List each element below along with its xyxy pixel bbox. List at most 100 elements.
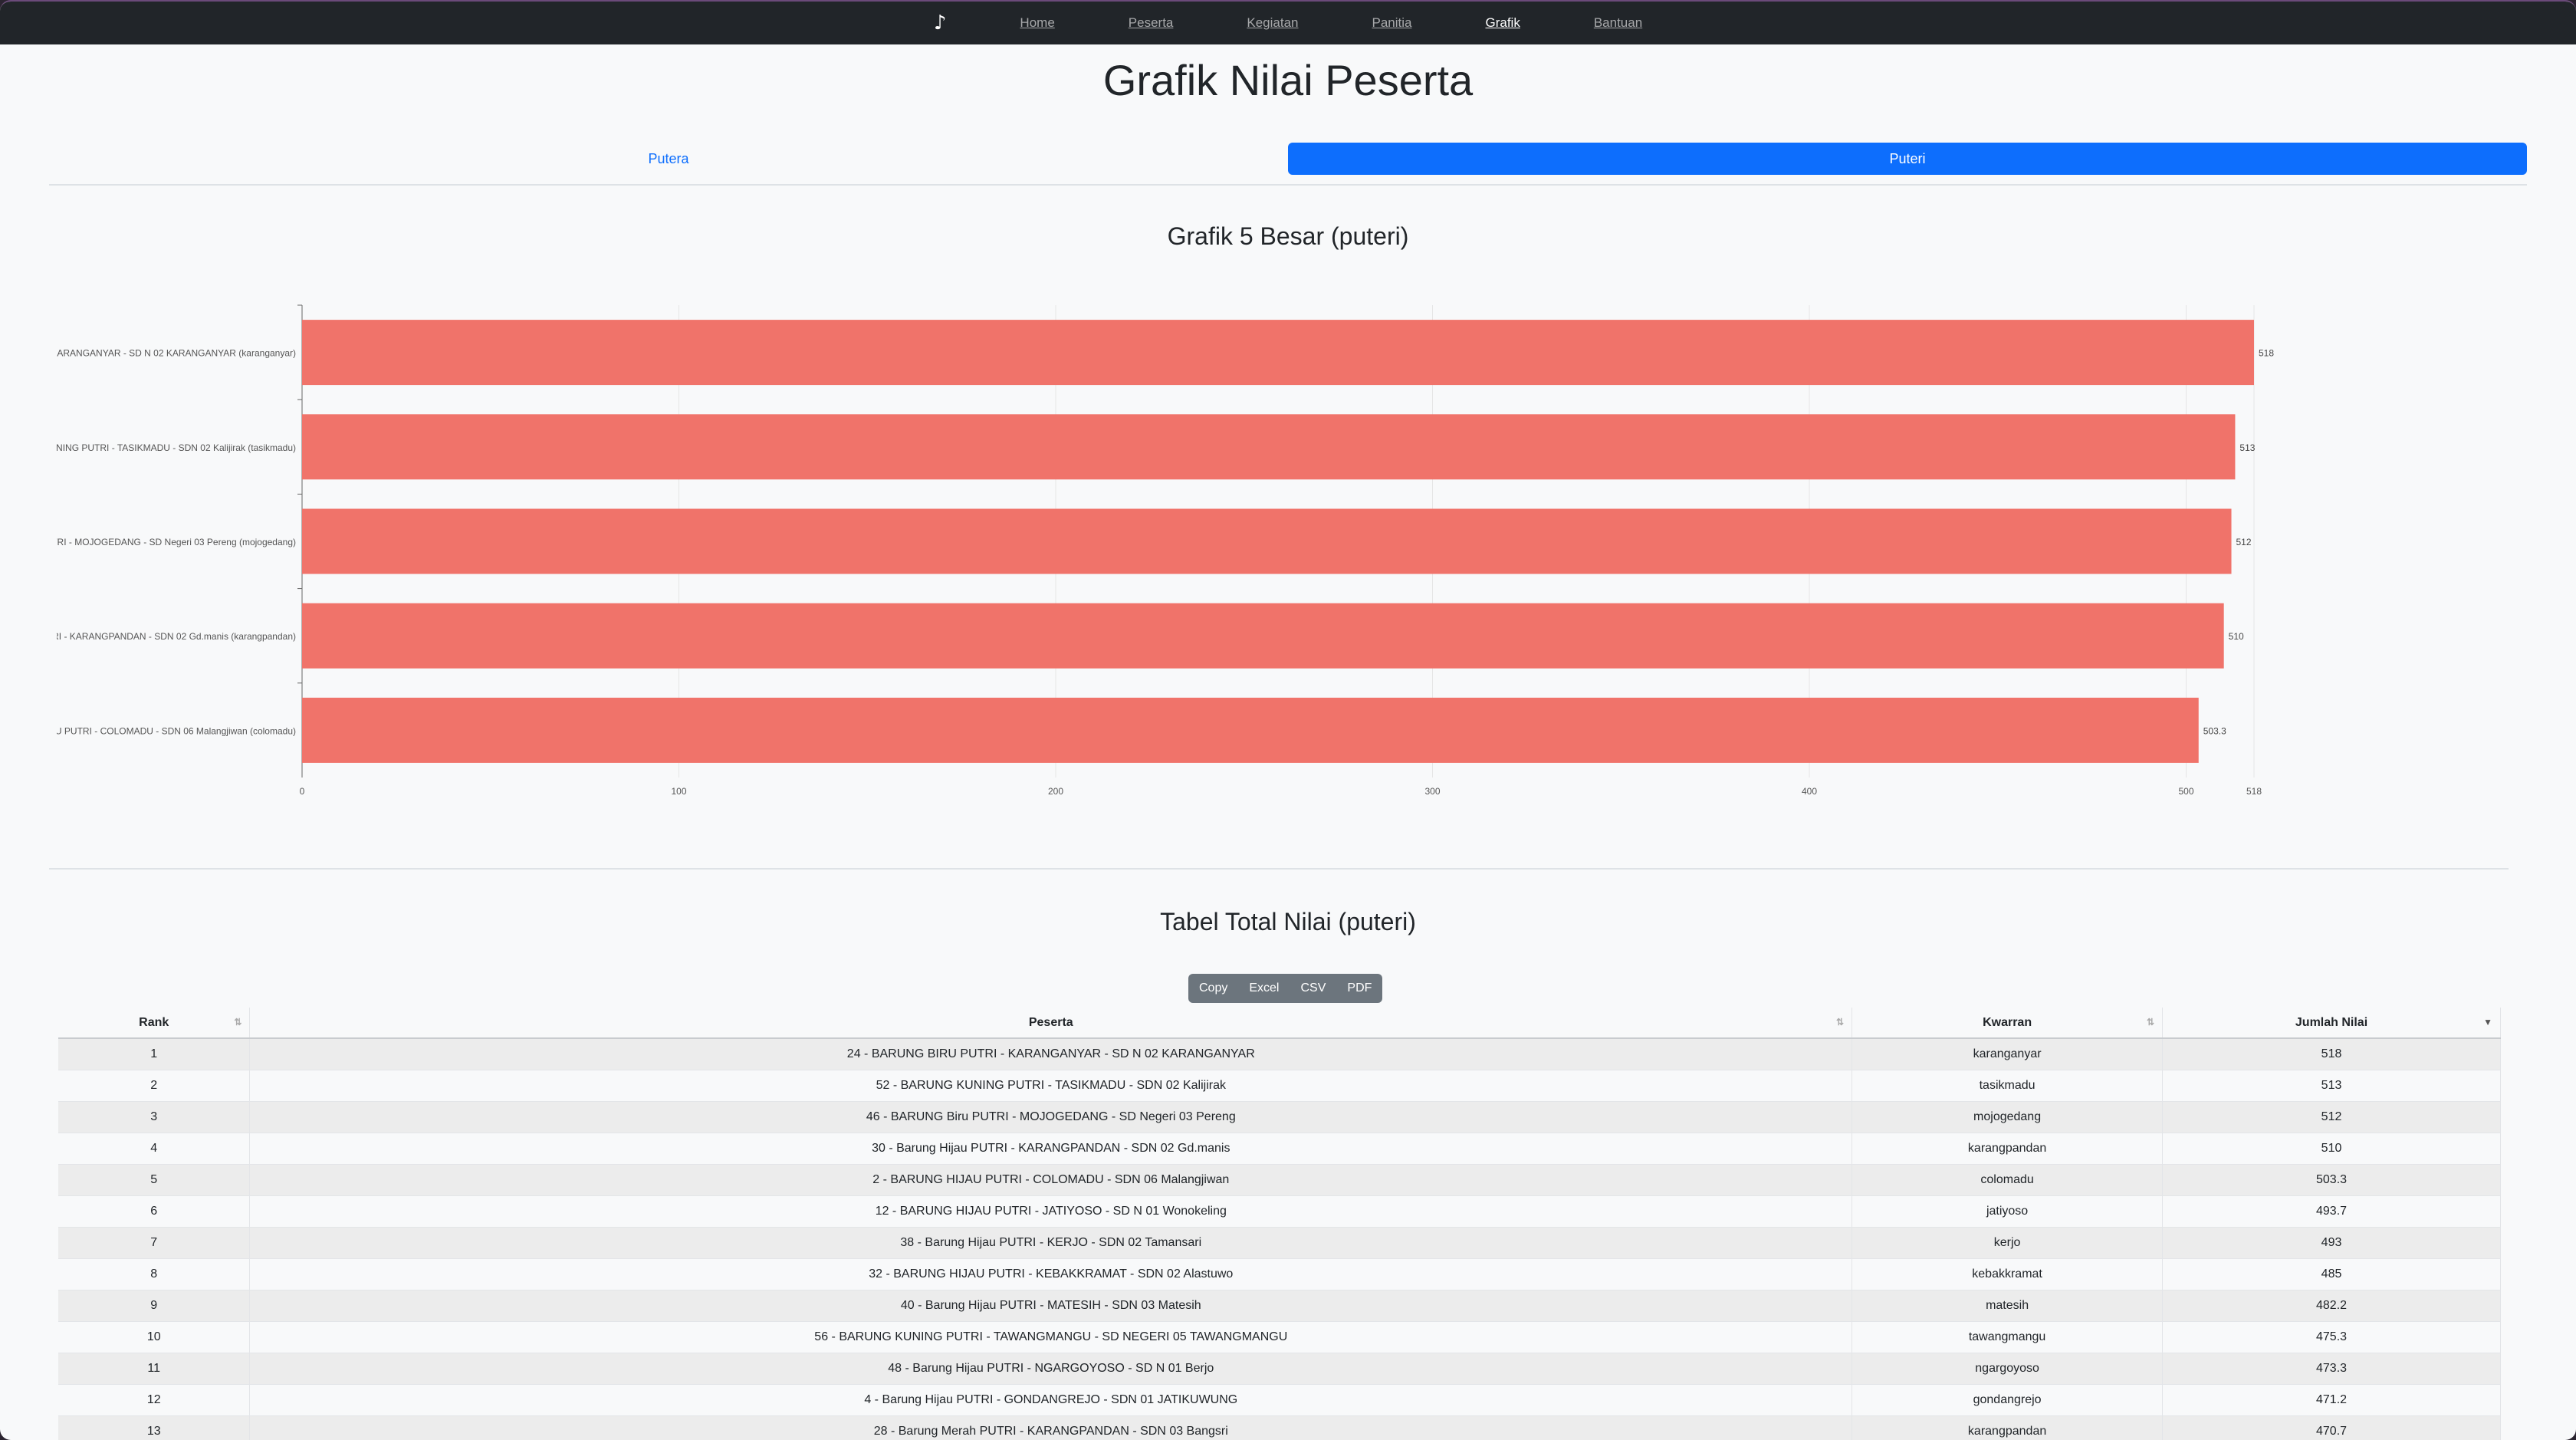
- cell-jumlah-nilai: 503.3: [2162, 1164, 2501, 1196]
- sort-icon: ⇅: [1836, 1017, 1845, 1027]
- cell-jumlah-nilai: 473.3: [2162, 1353, 2501, 1385]
- table-row: 12 4 - Barung Hijau PUTRI - GONDANGREJO -…: [58, 1384, 2501, 1416]
- data-label: 503.3: [2203, 725, 2226, 736]
- table-row: 11 48 - Barung Hijau PUTRI - NGARGOYOSO -…: [58, 1353, 2501, 1385]
- y-tick-label: 24 - BARUNG BIRU PUTRI - KARANGANYAR - S…: [0, 348, 296, 359]
- score-table: Rank ⇅ Peserta ⇅ Kwarran ⇅ Jumlah Nilai ▼ 12…: [58, 1008, 2501, 1440]
- cell-jumlah-nilai: 485: [2162, 1258, 2501, 1290]
- table-row: 52 - BARUNG HIJAU PUTRI - COLOMADU - SDN…: [58, 1164, 2501, 1196]
- page-title: Grafik Nilai Peserta: [1102, 56, 1474, 104]
- cell-jumlah-nilai: 493: [2162, 1227, 2501, 1259]
- gender-tabs: Putera Puteri: [49, 141, 2527, 186]
- cell-rank: 12: [58, 1384, 251, 1416]
- cell-jumlah-nilai: 513: [2162, 1070, 2501, 1102]
- cell-rank: 4: [58, 1133, 251, 1165]
- cell-peserta: 40 - Barung Hijau PUTRI - MATESIH - SDN …: [249, 1290, 1853, 1322]
- x-tick-label: 0: [300, 786, 305, 797]
- cell-peserta: 52 - BARUNG KUNING PUTRI - TASIKMADU - S…: [249, 1070, 1853, 1102]
- cell-rank: 3: [58, 1101, 251, 1133]
- music-note-icon[interactable]: ♪: [934, 12, 947, 35]
- cell-jumlah-nilai: 482.2: [2162, 1290, 2501, 1322]
- cell-rank: 11: [58, 1353, 251, 1385]
- pdf-button[interactable]: PDF: [1336, 974, 1382, 1003]
- chart-bar: [302, 320, 2254, 386]
- section-divider: [49, 868, 2509, 870]
- x-tick-label: 400: [1802, 786, 1817, 797]
- cell-jumlah-nilai: 518: [2162, 1038, 2501, 1070]
- tab-puteri[interactable]: Puteri: [1288, 143, 2527, 175]
- chart-bar: [302, 508, 2232, 574]
- header-kwarran-label: Kwarran: [1983, 1015, 2032, 1029]
- header-peserta-label: Peserta: [1028, 1015, 1073, 1029]
- cell-peserta: 38 - Barung Hijau PUTRI - KERJO - SDN 02…: [249, 1227, 1853, 1259]
- header-jumlah-nilai[interactable]: Jumlah Nilai ▼: [2162, 1008, 2501, 1039]
- header-rank-label: Rank: [139, 1015, 169, 1029]
- cell-jumlah-nilai: 512: [2162, 1101, 2501, 1133]
- nav-home[interactable]: Home: [1020, 15, 1054, 31]
- data-label: 510: [2229, 631, 2244, 642]
- csv-button[interactable]: CSV: [1290, 974, 1336, 1003]
- cell-peserta: 30 - Barung Hijau PUTRI - KARANGPANDAN -…: [249, 1133, 1853, 1165]
- data-label: 512: [2236, 537, 2252, 547]
- cell-kwarran: karangpandan: [1852, 1133, 2164, 1165]
- y-tick-label: 46 - BARUNG Biru PUTRI - MOJOGEDANG - SD…: [0, 537, 296, 547]
- cell-peserta: 46 - BARUNG Biru PUTRI - MOJOGEDANG - SD…: [249, 1101, 1853, 1133]
- nav-grafik[interactable]: Grafik: [1485, 15, 1520, 31]
- cell-jumlah-nilai: 470.7: [2162, 1415, 2501, 1440]
- sort-desc-icon: ▼: [2483, 1017, 2492, 1027]
- cell-kwarran: karanganyar: [1852, 1038, 2164, 1070]
- header-kwarran[interactable]: Kwarran ⇅: [1852, 1008, 2164, 1039]
- table-row: 7 38 - Barung Hijau PUTRI - KERJO - SDN 0…: [58, 1227, 2501, 1259]
- excel-button[interactable]: Excel: [1238, 974, 1290, 1003]
- cell-rank: 1: [58, 1038, 251, 1070]
- top-navbar: ♪ Home Peserta Kegiatan Panitia Grafik B…: [0, 2, 2576, 44]
- nav-kegiatan[interactable]: Kegiatan: [1247, 15, 1298, 31]
- cell-peserta: 2 - BARUNG HIJAU PUTRI - COLOMADU - SDN …: [249, 1164, 1853, 1196]
- cell-kwarran: tasikmadu: [1852, 1070, 2164, 1102]
- chart-bar: [302, 697, 2199, 763]
- cell-rank: 5: [58, 1164, 251, 1196]
- cell-kwarran: karangpandan: [1852, 1415, 2164, 1440]
- table-row: 9 40 - Barung Hijau PUTRI - MATESIH - SDN…: [58, 1290, 2501, 1322]
- cell-kwarran: tawangmangu: [1852, 1321, 2164, 1353]
- y-tick-label: 2 - BARUNG HIJAU PUTRI - COLOMADU - SDN …: [0, 725, 296, 736]
- table-row: 3 46 - BARUNG Biru PUTRI - MOJOGEDANG - S…: [58, 1101, 2501, 1133]
- cell-kwarran: kerjo: [1852, 1227, 2164, 1259]
- nav-inner: ♪ Home Peserta Kegiatan Panitia Grafik B…: [934, 12, 1642, 35]
- sort-icon: ⇅: [234, 1017, 242, 1027]
- header-rank[interactable]: Rank ⇅: [58, 1008, 251, 1039]
- cell-peserta: 32 - BARUNG HIJAU PUTRI - KEBAKKRAMAT - …: [249, 1258, 1853, 1290]
- x-tick-label: 518: [2246, 786, 2262, 797]
- cell-peserta: 28 - Barung Merah PUTRI - KARANGPANDAN -…: [249, 1415, 1853, 1440]
- table-row: 2 52 - BARUNG KUNING PUTRI - TASIKMADU - …: [58, 1070, 2501, 1102]
- cell-jumlah-nilai: 475.3: [2162, 1321, 2501, 1353]
- table-body: 1 24 - BARUNG BIRU PUTRI - KARANGANYAR - …: [58, 1038, 2501, 1440]
- x-tick-label: 500: [2179, 786, 2194, 797]
- sort-icon: ⇅: [2146, 1017, 2155, 1027]
- x-tick-label: 100: [671, 786, 686, 797]
- y-tick-label: 30 - Barung Hijau PUTRI - KARANGPANDAN -…: [0, 631, 296, 642]
- cell-peserta: 4 - Barung Hijau PUTRI - GONDANGREJO - S…: [249, 1384, 1853, 1416]
- table-header-row: Rank ⇅ Peserta ⇅ Kwarran ⇅ Jumlah Nilai ▼: [58, 1008, 2501, 1039]
- cell-rank: 7: [58, 1227, 251, 1259]
- cell-rank: 8: [58, 1258, 251, 1290]
- cell-rank: 10: [58, 1321, 251, 1353]
- nav-peserta[interactable]: Peserta: [1129, 15, 1174, 31]
- cell-jumlah-nilai: 510: [2162, 1133, 2501, 1165]
- cell-kwarran: mojogedang: [1852, 1101, 2164, 1133]
- cell-peserta: 12 - BARUNG HIJAU PUTRI - JATIYOSO - SD …: [249, 1195, 1853, 1228]
- copy-button[interactable]: Copy: [1188, 974, 1238, 1003]
- cell-kwarran: gondangrejo: [1852, 1384, 2164, 1416]
- chart-bar: [302, 414, 2236, 480]
- table-row: 10 56 - BARUNG KUNING PUTRI - TAWANGMANGU…: [58, 1321, 2501, 1353]
- table-row: 8 32 - BARUNG HIJAU PUTRI - KEBAKKRAMAT -…: [58, 1258, 2501, 1290]
- x-tick-label: 300: [1425, 786, 1441, 797]
- header-peserta[interactable]: Peserta ⇅: [249, 1008, 1853, 1039]
- cell-peserta: 56 - BARUNG KUNING PUTRI - TAWANGMANGU -…: [249, 1321, 1853, 1353]
- nav-panitia[interactable]: Panitia: [1372, 15, 1412, 31]
- export-button-group: Copy Excel CSV PDF: [1188, 974, 1383, 1003]
- data-label: 518: [2259, 348, 2274, 359]
- nav-bantuan[interactable]: Bantuan: [1594, 15, 1642, 31]
- cell-kwarran: matesih: [1852, 1290, 2164, 1322]
- tab-putera[interactable]: Putera: [49, 143, 1288, 175]
